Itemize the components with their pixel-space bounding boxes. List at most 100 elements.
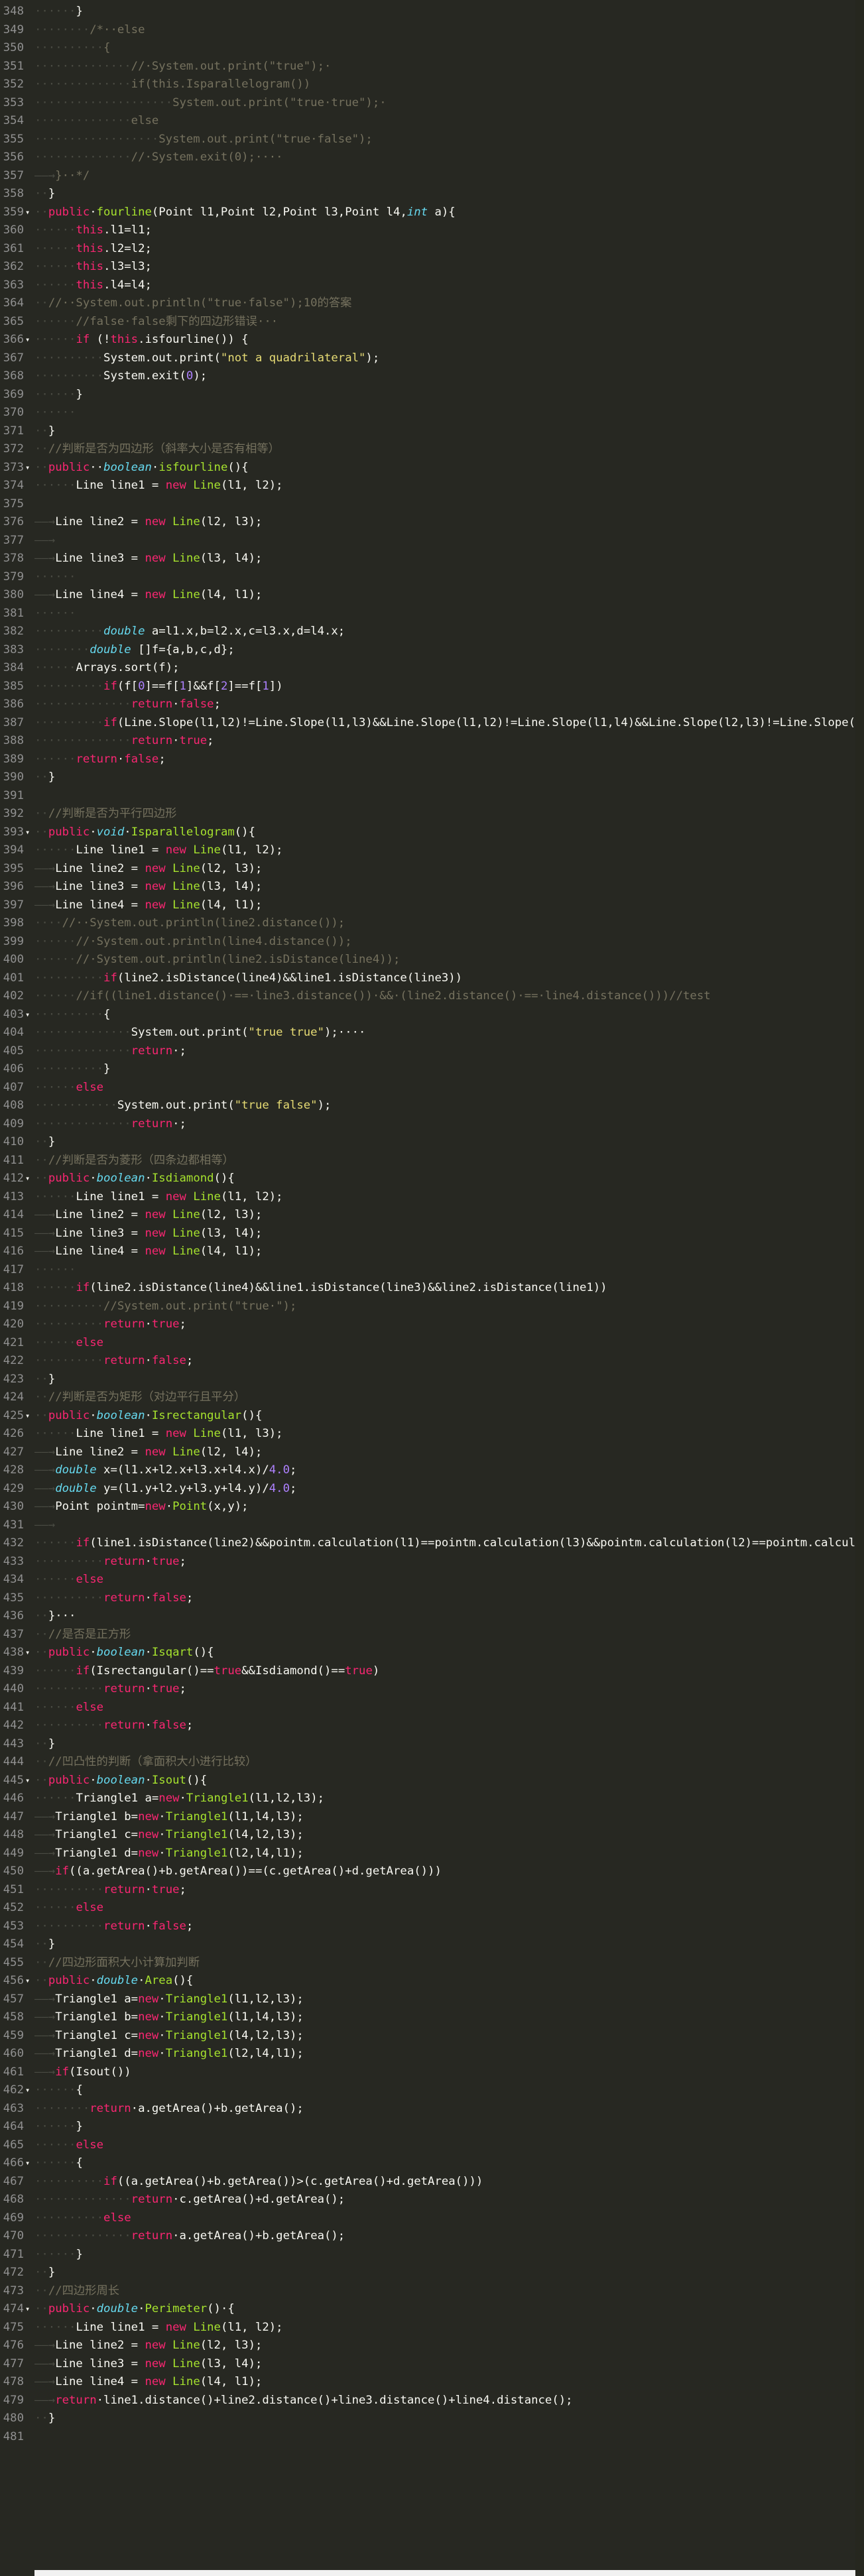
- code-line[interactable]: 423 ··}: [0, 1371, 855, 1389]
- code-text[interactable]: ——→Line line3 = new Line(l3, l4);: [34, 1225, 262, 1243]
- code-line[interactable]: 465 ······else: [0, 2136, 855, 2155]
- code-line[interactable]: 403 ▾ ··········{: [0, 1006, 855, 1024]
- code-line[interactable]: 456 ▾ ··public·double·Area(){: [0, 1972, 855, 1991]
- code-text[interactable]: ··········return·false;: [34, 1717, 193, 1735]
- code-line[interactable]: 370 ······: [0, 404, 855, 422]
- code-text[interactable]: ··//判断是否为矩形（对边平行且平分）: [34, 1388, 245, 1407]
- code-line[interactable]: 467 ··········if((a.getArea()+b.getArea()…: [0, 2173, 855, 2191]
- code-text[interactable]: ··}···: [34, 1607, 76, 1626]
- code-text[interactable]: ······this.l2=l2;: [34, 240, 152, 259]
- code-text[interactable]: ··········if(line2.isDistance(line4)&&li…: [34, 969, 462, 988]
- code-line[interactable]: 388 ··············return·true;: [0, 732, 855, 751]
- code-text[interactable]: ··········System.exit(0);: [34, 367, 207, 386]
- code-line[interactable]: 369 ······}: [0, 386, 855, 404]
- code-line[interactable]: 475 ······Line line1 = new Line(l1, l2);: [0, 2319, 855, 2337]
- code-line[interactable]: 459 ——→Triangle1 c=new·Triangle1(l4,l2,l3…: [0, 2027, 855, 2046]
- code-text[interactable]: ——→Triangle1 d=new·Triangle1(l2,l4,l1);: [34, 2045, 304, 2063]
- code-line[interactable]: 395 ——→Line line2 = new Line(l2, l3);: [0, 860, 855, 879]
- code-text[interactable]: ——→Triangle1 d=new·Triangle1(l2,l4,l1);: [34, 1845, 304, 1863]
- code-line[interactable]: 453 ··········return·false;: [0, 1918, 855, 1936]
- fold-toggle-icon[interactable]: ▾: [25, 2300, 34, 2319]
- code-text[interactable]: ——→Line line3 = new Line(l3, l4);: [34, 2355, 262, 2374]
- code-text[interactable]: ········double []f={a,b,c,d};: [34, 641, 235, 660]
- code-line[interactable]: 466 ▾ ······{: [0, 2154, 855, 2173]
- code-text[interactable]: ——→Line line2 = new Line(l2, l3);: [34, 1206, 262, 1225]
- code-text[interactable]: ··········return·false;: [34, 1589, 193, 1608]
- code-line[interactable]: 463 ········return·a.getArea()+b.getArea(…: [0, 2100, 855, 2118]
- code-text[interactable]: ··········//System.out.print("true·");: [34, 1298, 296, 1316]
- code-line[interactable]: 411 ··//判断是否为菱形（四条边都相等）: [0, 1152, 855, 1170]
- code-text[interactable]: ······Line line1 = new Line(l1, l3);: [34, 1425, 283, 1443]
- code-line[interactable]: 462 ▾ ······{: [0, 2081, 855, 2100]
- code-line[interactable]: 427 ——→Line line2 = new Line(l2, l4);: [0, 1443, 855, 1462]
- code-text[interactable]: ······if(line1.isDistance(line2)&&pointm…: [34, 1534, 855, 1553]
- code-line[interactable]: 477 ——→Line line3 = new Line(l3, l4);: [0, 2355, 855, 2374]
- code-text[interactable]: ······{: [34, 2081, 83, 2100]
- code-text[interactable]: ··········if(Line.Slope(l1,l2)!=Line.Slo…: [34, 714, 855, 733]
- code-text[interactable]: ··}: [34, 2264, 55, 2282]
- code-line[interactable]: 473 ··//四边形周长: [0, 2282, 855, 2301]
- fold-toggle-icon[interactable]: ▾: [25, 204, 34, 222]
- code-line[interactable]: 367 ··········System.out.print("not a qua…: [0, 349, 855, 368]
- code-line[interactable]: 437 ··//是否是正方形: [0, 1626, 855, 1644]
- code-text[interactable]: ——→Triangle1 c=new·Triangle1(l4,l2,l3);: [34, 2027, 304, 2046]
- code-line[interactable]: 364 ··//··System.out.println("true·false"…: [0, 294, 855, 313]
- code-line[interactable]: 400 ······//·System.out.println(line2.isD…: [0, 951, 855, 969]
- code-line[interactable]: 360 ······this.l1=l1;: [0, 221, 855, 240]
- code-text[interactable]: ··//判断是否为平行四边形: [34, 805, 176, 824]
- code-text[interactable]: ——→Line line4 = new Line(l4, l1);: [34, 1243, 262, 1261]
- fold-toggle-icon[interactable]: ▾: [25, 824, 34, 842]
- code-line[interactable]: 353 ····················System.out.print(…: [0, 94, 855, 113]
- code-text[interactable]: ······}: [34, 2246, 83, 2264]
- fold-toggle-icon[interactable]: ▾: [25, 1006, 34, 1024]
- code-text[interactable]: ······: [34, 404, 76, 422]
- code-text[interactable]: ··········return·true;: [34, 1881, 186, 1900]
- code-line[interactable]: 399 ······//·System.out.println(line4.dis…: [0, 933, 855, 951]
- code-text[interactable]: ——→Triangle1 b=new·Triangle1(l1,l4,l3);: [34, 1808, 304, 1827]
- fold-toggle-icon[interactable]: ▾: [25, 1772, 34, 1790]
- code-text[interactable]: ······: [34, 605, 76, 623]
- code-line[interactable]: 424 ··//判断是否为矩形（对边平行且平分）: [0, 1388, 855, 1407]
- fold-toggle-icon[interactable]: ▾: [25, 1644, 34, 1662]
- code-line[interactable]: 480 ··}: [0, 2410, 855, 2428]
- code-text[interactable]: ··············return·c.getArea()+d.getAr…: [34, 2191, 345, 2209]
- code-text[interactable]: ··public·double·Area(){: [34, 1972, 193, 1991]
- code-line[interactable]: 441 ······else: [0, 1699, 855, 1717]
- code-text[interactable]: ··············System.out.print("true tru…: [34, 1024, 365, 1042]
- code-line[interactable]: 410 ··}: [0, 1133, 855, 1152]
- code-line[interactable]: 391: [0, 787, 855, 806]
- code-text[interactable]: ······else: [34, 1334, 103, 1353]
- code-line[interactable]: 458 ——→Triangle1 b=new·Triangle1(l1,l4,l3…: [0, 2008, 855, 2027]
- code-line[interactable]: 451 ··········return·true;: [0, 1881, 855, 1900]
- code-line[interactable]: 373 ▾ ··public··boolean·isfourline(){: [0, 459, 855, 477]
- code-text[interactable]: ··}: [34, 1371, 55, 1389]
- code-line[interactable]: 350 ··········{: [0, 39, 855, 58]
- fold-toggle-icon[interactable]: ▾: [25, 2154, 34, 2173]
- code-text[interactable]: ··········System.out.print("not a quadri…: [34, 349, 379, 368]
- code-text[interactable]: ······else: [34, 1899, 103, 1918]
- code-line[interactable]: 365 ······//false·false剩下的四边形错误···: [0, 313, 855, 332]
- code-line[interactable]: 409 ··············return·;: [0, 1115, 855, 1134]
- code-text[interactable]: ——→Triangle1 b=new·Triangle1(l1,l4,l3);: [34, 2008, 304, 2027]
- code-text[interactable]: ··········return·false;: [34, 1352, 193, 1371]
- code-text[interactable]: ——→: [34, 1516, 55, 1535]
- code-line[interactable]: 431 ——→: [0, 1516, 855, 1535]
- code-line[interactable]: 394 ······Line line1 = new Line(l1, l2);: [0, 841, 855, 860]
- code-text[interactable]: ······//·System.out.println(line2.isDist…: [34, 951, 400, 969]
- code-line[interactable]: 445 ▾ ··public·boolean·Isout(){: [0, 1772, 855, 1790]
- code-line[interactable]: 359 ▾ ··public·fourline(Point l1,Point l2,…: [0, 204, 855, 222]
- code-text[interactable]: ··········return·true;: [34, 1316, 186, 1334]
- code-line[interactable]: 438 ▾ ··public·boolean·Isqart(){: [0, 1644, 855, 1662]
- code-text[interactable]: ··}: [34, 2410, 55, 2428]
- code-line[interactable]: 401 ··········if(line2.isDistance(line4)&…: [0, 969, 855, 988]
- code-line[interactable]: 351 ··············//·System.out.print("tr…: [0, 58, 855, 76]
- code-text[interactable]: ——→Triangle1 a=new·Triangle1(l1,l2,l3);: [34, 1991, 304, 2009]
- code-text[interactable]: ——→Line line4 = new Line(l4, l1);: [34, 896, 262, 915]
- code-text[interactable]: ······Triangle1 a=new·Triangle1(l1,l2,l3…: [34, 1790, 324, 1808]
- code-text[interactable]: ··}: [34, 768, 55, 787]
- code-text[interactable]: ··public·double·Perimeter()·{: [34, 2300, 235, 2319]
- code-text[interactable]: ······else: [34, 2136, 103, 2155]
- code-text[interactable]: ——→double x=(l1.x+l2.x+l3.x+l4.x)/4.0;: [34, 1461, 296, 1480]
- code-text[interactable]: ··public·fourline(Point l1,Point l2,Poin…: [34, 204, 456, 222]
- code-line[interactable]: 384 ······Arrays.sort(f);: [0, 659, 855, 678]
